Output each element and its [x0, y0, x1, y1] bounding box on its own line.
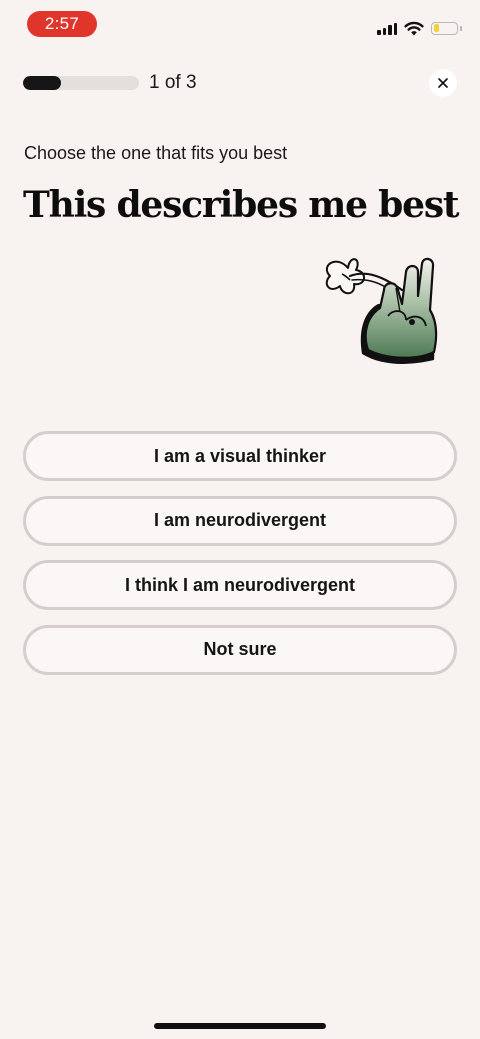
wifi-icon: [404, 21, 424, 35]
option-label: Not sure: [203, 639, 277, 659]
progress-bar: [23, 76, 139, 90]
option-label: I think I am neurodivergent: [124, 574, 356, 595]
answer-options: I am a visual thinker I am neurodivergen…: [23, 431, 457, 689]
status-bar: 2:57: [0, 0, 480, 48]
close-icon: [438, 78, 448, 88]
option-label: I am neurodivergent: [153, 510, 327, 530]
option-not-sure[interactable]: Not sure: [23, 624, 457, 675]
option-think-neurodivergent[interactable]: I think I am neurodivergent: [23, 560, 457, 610]
home-indicator[interactable]: [154, 1023, 326, 1029]
status-icons: [377, 18, 462, 38]
hand-holding-flower-illustration: [325, 257, 438, 364]
close-button[interactable]: [429, 69, 457, 97]
question-subtitle: Choose the one that fits you best: [24, 143, 288, 163]
option-visual-thinker[interactable]: I am a visual thinker: [23, 431, 457, 481]
battery-icon: [431, 21, 458, 35]
battery-fill: [433, 24, 439, 32]
battery-cap: [460, 25, 462, 31]
option-neurodivergent[interactable]: I am neurodivergent: [23, 495, 457, 546]
cellular-signal-icon: [377, 21, 397, 35]
progress-bar-fill: [23, 76, 62, 90]
page-title: This describes me best: [23, 184, 460, 226]
option-label: I am a visual thinker: [153, 445, 327, 466]
status-time: 2:57: [27, 11, 97, 37]
progress-step-label: 1 of 3: [149, 72, 197, 93]
